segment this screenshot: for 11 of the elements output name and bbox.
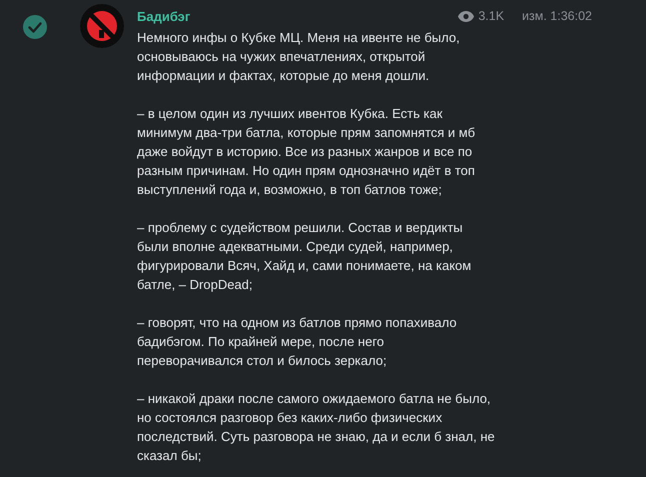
message-paragraph: – проблему с судейством решили. Состав и вердикты были вполне адекватными. Среди судей, например, фигурировали Всяч, Хайд и, сами понимаете, на каком батле, – DropDead; [137, 219, 472, 294]
message-paragraph: – никакой драки после самого ожидаемого батла не было, но состоялся разговор без каких-либо физических последствий. Суть разговора не знаю, да и если б знал, не сказал бы; [137, 390, 496, 465]
channel-avatar-icon[interactable] [80, 4, 124, 48]
message-paragraph: – говорят, что на одном из батлов прямо попахивало бадибэгом. По крайней мере, после него переворачивался стол и билось зеркало; [137, 314, 458, 370]
channel-name[interactable]: Бадибэг [137, 8, 190, 24]
view-count: 3.1K [478, 9, 504, 23]
message-paragraph: – в целом один из лучших ивентов Кубка. Есть как минимум два-три батла, которые прям запомнятся и мб даже войдут в историю. Все из разных жанров и все по разным причинам. Но один прям однозначно идёт в топ выступлений года и, возможно, в топ батлов тоже; [137, 105, 476, 199]
message-paragraph: Немного инфы о Кубке МЦ. Меня на ивенте не было, основываюсь на чужих впечатлениях, открытой информации и фактах, которые до меня дошли. [137, 29, 461, 85]
eye-icon [458, 10, 474, 22]
edited-time: изм. 1:36:02 [522, 9, 592, 23]
checkmark-icon[interactable] [22, 14, 48, 40]
